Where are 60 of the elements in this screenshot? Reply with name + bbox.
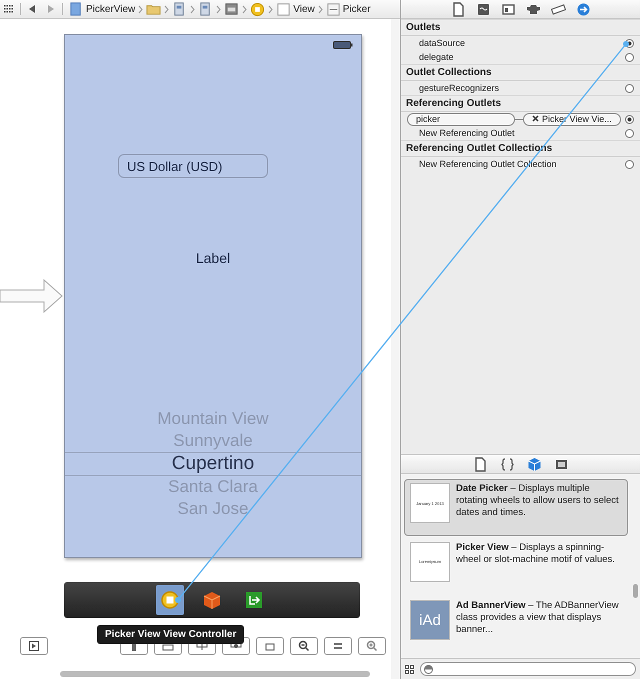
zoom-out-icon xyxy=(298,640,310,652)
cube-tab-icon[interactable] xyxy=(526,456,542,472)
zoom-out-button[interactable] xyxy=(290,637,318,655)
chevron-icon xyxy=(138,4,144,14)
section-header: Outlets xyxy=(401,19,640,36)
picker-wheel[interactable]: Mountain View Sunnyvale Cupertino Santa Clara San Jose xyxy=(65,408,361,520)
controller-icon[interactable] xyxy=(250,2,266,16)
outlet-name: New Referencing Outlet xyxy=(419,128,516,138)
section-header: Referencing Outlets xyxy=(401,95,640,112)
grid-icon[interactable] xyxy=(4,5,14,13)
outlet-name: gestureRecognizers xyxy=(419,83,500,93)
library-description: Picker View – Displays a spinning-wheel or slot-machine motif of values. xyxy=(456,542,616,567)
play-icon xyxy=(28,640,40,652)
cube-icon xyxy=(202,590,222,610)
ad-thumbnail: iAd xyxy=(410,600,450,640)
library-description: Date Picker – Displays multiple rotating wheels to allow users to select dates and times. xyxy=(456,483,620,520)
tooltip: Picker View View Controller xyxy=(97,625,244,644)
controller-icon xyxy=(160,590,180,610)
back-arrow-icon[interactable] xyxy=(27,4,37,14)
breadcrumb-item[interactable]: PickerView xyxy=(86,4,136,14)
chevron-icon xyxy=(268,4,274,14)
connections-tab-icon[interactable] xyxy=(576,2,590,16)
zoom-fit-button[interactable] xyxy=(324,637,352,655)
identity-tab-icon[interactable] xyxy=(500,2,516,16)
chevron-icon xyxy=(190,4,196,14)
file-tab-icon[interactable] xyxy=(472,456,488,472)
scrollbar-thumb[interactable] xyxy=(60,671,370,677)
resize-button[interactable] xyxy=(256,637,284,655)
label: Label xyxy=(196,250,230,266)
file-tab-icon[interactable] xyxy=(450,2,466,16)
library-description: Ad BannerView – The ADBannerView class provides a view that displays banner... xyxy=(456,600,620,638)
scene-icon[interactable] xyxy=(224,2,240,16)
battery-icon xyxy=(333,41,353,49)
text-field[interactable]: US Dollar (USD) xyxy=(118,154,268,178)
grid-view-icon[interactable] xyxy=(405,664,414,674)
view-icon[interactable] xyxy=(276,2,292,16)
breadcrumb-item[interactable]: View xyxy=(293,4,315,14)
filter-icon xyxy=(424,664,433,674)
zoom-in-icon xyxy=(366,640,378,652)
close-icon[interactable] xyxy=(532,114,539,122)
outlet-name: delegate xyxy=(419,52,455,62)
connection-circle[interactable] xyxy=(625,114,634,124)
library-item[interactable]: iAd Ad BannerView – The ADBannerView class provides a view that displays banner... xyxy=(404,596,628,654)
outlet-name: dataSource xyxy=(419,38,466,48)
breadcrumb-item[interactable]: Picker xyxy=(342,4,371,14)
exit-icon xyxy=(244,590,264,610)
document-outline-button[interactable] xyxy=(20,637,48,655)
section-header: Outlet Collections xyxy=(401,64,640,81)
zoom-in-button[interactable] xyxy=(358,637,386,655)
search-field[interactable] xyxy=(420,662,636,676)
chevron-icon xyxy=(216,4,222,14)
scrollbar-thumb[interactable] xyxy=(633,584,638,598)
chevron-icon xyxy=(318,4,323,14)
picker-icon[interactable] xyxy=(326,2,341,16)
braces-tab-icon[interactable] xyxy=(500,456,514,472)
connection-target[interactable]: Picker View Vie... xyxy=(523,112,621,126)
chevron-icon xyxy=(164,4,170,14)
wheel-row[interactable]: Cupertino xyxy=(65,452,361,476)
chevron-icon xyxy=(242,4,248,14)
outlet-name: picker xyxy=(407,112,515,126)
